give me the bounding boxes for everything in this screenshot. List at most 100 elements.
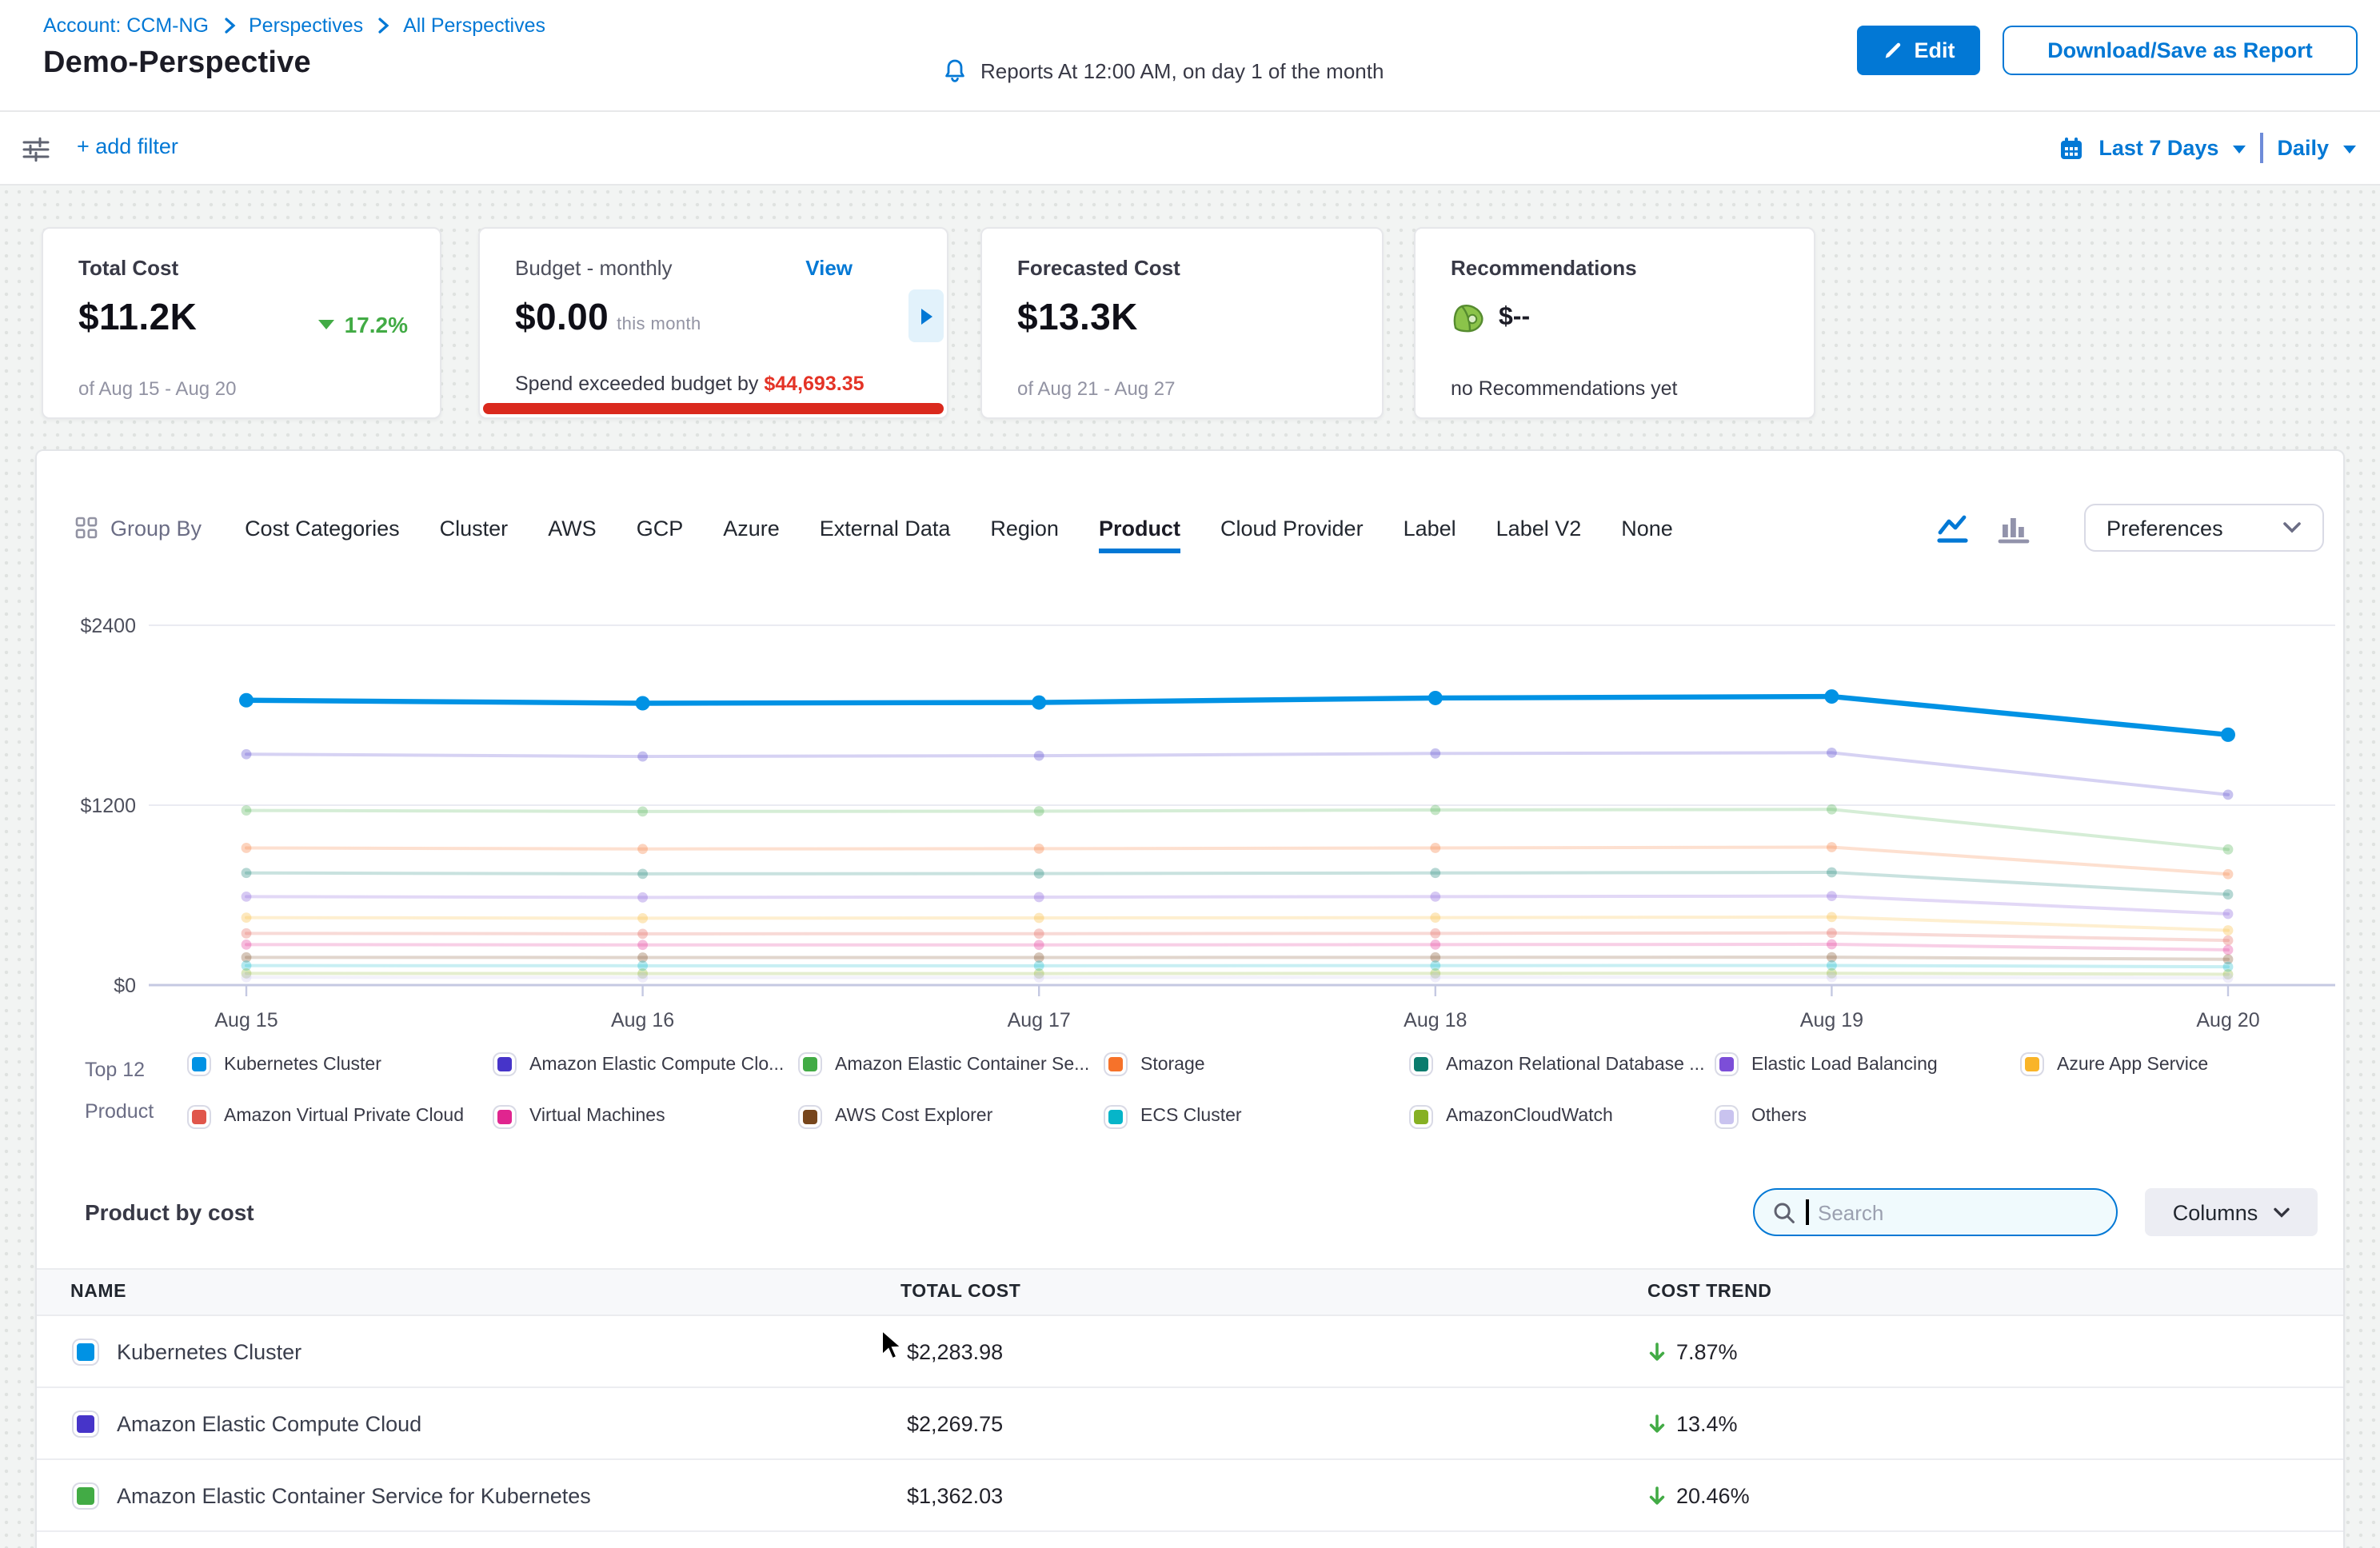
tab-label-v2[interactable]: Label V2 <box>1496 516 1582 540</box>
data-point[interactable] <box>1430 843 1440 853</box>
data-point[interactable] <box>1430 928 1440 939</box>
data-point[interactable] <box>242 912 252 923</box>
data-point[interactable] <box>242 868 252 878</box>
data-point[interactable] <box>242 805 252 816</box>
tab-cost-categories[interactable]: Cost Categories <box>245 516 400 540</box>
chart-series-kubernetes-cluster[interactable] <box>239 689 2235 742</box>
column-header-name[interactable]: NAME <box>70 1270 126 1316</box>
data-point[interactable] <box>1430 748 1440 759</box>
data-point[interactable] <box>637 892 648 903</box>
legend-item-amazon-virtual-private-cloud[interactable]: Amazon Virtual Private Cloud <box>189 1101 494 1132</box>
legend-item-storage[interactable]: Storage <box>1105 1049 1411 1080</box>
chart-series-aws-cost-explorer[interactable] <box>242 952 2234 964</box>
budget-view-link[interactable]: View <box>805 256 853 280</box>
data-point[interactable] <box>2223 936 2234 946</box>
data-point[interactable] <box>1430 805 1440 816</box>
data-point[interactable] <box>1827 912 1837 922</box>
tab-region[interactable]: Region <box>990 516 1059 540</box>
data-point[interactable] <box>1827 940 1837 950</box>
chart-series-amazon-virtual-private-cloud[interactable] <box>242 928 2234 945</box>
data-point[interactable] <box>1034 751 1044 761</box>
line-chart-icon[interactable] <box>1937 511 1974 545</box>
data-point[interactable] <box>1428 691 1443 705</box>
data-point[interactable] <box>239 693 254 708</box>
search-input[interactable] <box>1818 1200 2074 1224</box>
data-point[interactable] <box>2223 789 2234 800</box>
edit-button[interactable]: Edit <box>1857 26 1980 75</box>
legend-item-azure-app-service[interactable]: Azure App Service <box>2022 1049 2327 1080</box>
data-point[interactable] <box>2223 844 2234 855</box>
data-point[interactable] <box>637 972 648 983</box>
budget-next-button[interactable] <box>908 289 944 342</box>
data-point[interactable] <box>1430 940 1440 950</box>
tab-external-data[interactable]: External Data <box>820 516 951 540</box>
tab-gcp[interactable]: GCP <box>637 516 684 540</box>
chart-series-virtual-machines[interactable] <box>242 940 2234 956</box>
data-point[interactable] <box>1827 928 1837 938</box>
granularity-selector[interactable]: Daily <box>2277 136 2329 160</box>
data-point[interactable] <box>637 913 648 924</box>
tab-none[interactable]: None <box>1621 516 1673 540</box>
data-point[interactable] <box>1430 912 1440 923</box>
data-point[interactable] <box>2223 889 2234 900</box>
tab-label[interactable]: Label <box>1404 516 1456 540</box>
breadcrumb-account[interactable]: Account: CCM-NG <box>43 14 209 37</box>
legend-item-aws-cost-explorer[interactable]: AWS Cost Explorer <box>800 1101 1105 1132</box>
chart-series-amazon-elastic-compute-cloud[interactable] <box>242 748 2234 800</box>
data-point[interactable] <box>637 752 648 762</box>
data-point[interactable] <box>1034 913 1044 924</box>
columns-button[interactable]: Columns <box>2145 1188 2318 1236</box>
tab-cluster[interactable]: Cluster <box>440 516 509 540</box>
data-point[interactable] <box>242 843 252 853</box>
legend-item-amazon-elastic-container-se[interactable]: Amazon Elastic Container Se... <box>800 1049 1105 1080</box>
data-point[interactable] <box>242 892 252 902</box>
data-point[interactable] <box>2223 973 2234 983</box>
tab-cloud-provider[interactable]: Cloud Provider <box>1220 516 1364 540</box>
bar-chart-icon[interactable] <box>1998 511 2030 545</box>
data-point[interactable] <box>1034 972 1044 983</box>
chart-series-elastic-load-balancing[interactable] <box>242 891 2234 919</box>
data-point[interactable] <box>1827 748 1837 758</box>
data-point[interactable] <box>1034 928 1044 939</box>
legend-item-others[interactable]: Others <box>1716 1101 2022 1132</box>
data-point[interactable] <box>637 868 648 879</box>
data-point[interactable] <box>637 844 648 854</box>
data-point[interactable] <box>636 696 650 711</box>
breadcrumb-perspectives[interactable]: Perspectives <box>249 14 363 37</box>
legend-item-virtual-machines[interactable]: Virtual Machines <box>494 1101 800 1132</box>
data-point[interactable] <box>1034 806 1044 816</box>
data-point[interactable] <box>242 940 252 950</box>
data-point[interactable] <box>242 928 252 939</box>
data-point[interactable] <box>2221 728 2235 742</box>
legend-item-elastic-load-balancing[interactable]: Elastic Load Balancing <box>1716 1049 2022 1080</box>
column-header-total-cost[interactable]: TOTAL COST <box>900 1270 1020 1316</box>
table-row-amazon-elastic-compute-cloud[interactable]: Amazon Elastic Compute Cloud$2,269.7513.… <box>37 1388 2343 1460</box>
data-point[interactable] <box>637 928 648 939</box>
data-point[interactable] <box>1827 842 1837 852</box>
chart-series-ecs-cluster[interactable] <box>242 960 2234 971</box>
chart-series-amazon-relational-database-service[interactable] <box>242 868 2234 900</box>
data-point[interactable] <box>1034 844 1044 854</box>
legend-item-amazon-relational-database[interactable]: Amazon Relational Database ... <box>1411 1049 1716 1080</box>
data-point[interactable] <box>1827 868 1837 878</box>
data-point[interactable] <box>637 940 648 950</box>
data-point[interactable] <box>1034 868 1044 879</box>
filter-sliders-icon[interactable] <box>21 134 51 165</box>
data-point[interactable] <box>1827 891 1837 901</box>
tab-aws[interactable]: AWS <box>548 516 597 540</box>
preferences-button[interactable]: Preferences <box>2084 504 2324 552</box>
data-point[interactable] <box>2223 925 2234 936</box>
breadcrumb-all-perspectives[interactable]: All Perspectives <box>403 14 545 37</box>
data-point[interactable] <box>242 749 252 760</box>
column-header-cost-trend[interactable]: COST TREND <box>1647 1270 1772 1316</box>
download-save-report-button[interactable]: Download/Save as Report <box>2003 26 2358 75</box>
data-point[interactable] <box>2223 869 2234 880</box>
data-point[interactable] <box>2223 909 2234 920</box>
chevron-down-icon[interactable] <box>2233 146 2246 154</box>
data-point[interactable] <box>1430 868 1440 878</box>
add-filter-button[interactable]: + add filter <box>77 134 178 158</box>
data-point[interactable] <box>2223 945 2234 956</box>
tab-product[interactable]: Product <box>1099 516 1180 540</box>
table-row-amazon-elastic-container-service-for-kubernetes[interactable]: Amazon Elastic Container Service for Kub… <box>37 1460 2343 1532</box>
table-row-kubernetes-cluster[interactable]: Kubernetes Cluster$2,283.987.87% <box>37 1316 2343 1388</box>
